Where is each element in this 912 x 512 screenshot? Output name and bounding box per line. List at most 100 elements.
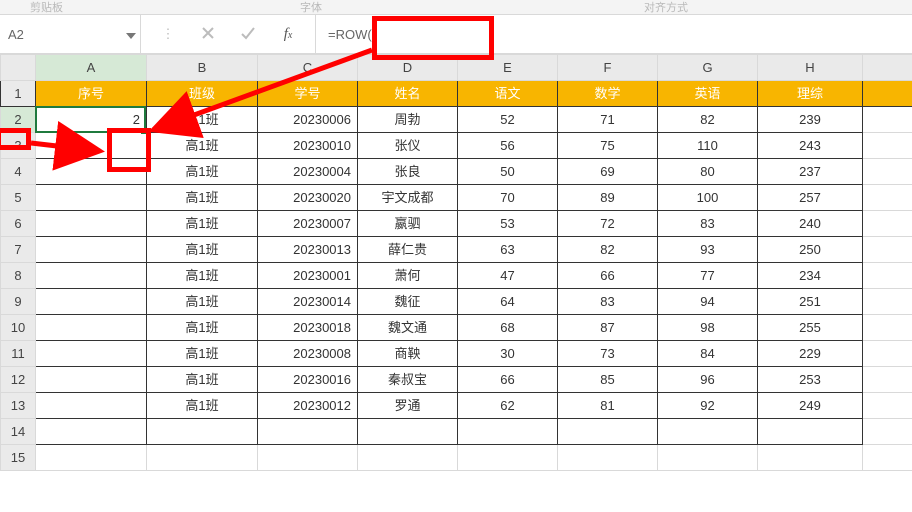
cell[interactable]: 80 bbox=[658, 159, 758, 185]
cell-blank[interactable] bbox=[863, 341, 912, 367]
cell[interactable]: 魏文通 bbox=[358, 315, 458, 341]
header-cell[interactable]: 数学 bbox=[558, 81, 658, 107]
cell-blank[interactable] bbox=[863, 315, 912, 341]
row-header-9[interactable]: 9 bbox=[1, 289, 36, 315]
cell[interactable] bbox=[36, 263, 147, 289]
cell-blank[interactable] bbox=[863, 107, 912, 133]
cell[interactable]: 20230020 bbox=[258, 185, 358, 211]
cell[interactable] bbox=[147, 445, 258, 471]
cell[interactable]: 81 bbox=[558, 393, 658, 419]
cell[interactable]: 商鞅 bbox=[358, 341, 458, 367]
cell[interactable] bbox=[758, 445, 863, 471]
cell[interactable]: 高1班 bbox=[147, 367, 258, 393]
row-header-12[interactable]: 12 bbox=[1, 367, 36, 393]
cell[interactable] bbox=[758, 419, 863, 445]
cell[interactable] bbox=[147, 419, 258, 445]
cell-blank[interactable] bbox=[863, 81, 912, 107]
cell[interactable]: 周勃 bbox=[358, 107, 458, 133]
cell[interactable]: 20230007 bbox=[258, 211, 358, 237]
cell[interactable]: 110 bbox=[658, 133, 758, 159]
cell[interactable] bbox=[36, 133, 147, 159]
cell[interactable]: 张良 bbox=[358, 159, 458, 185]
cell[interactable]: 52 bbox=[458, 107, 558, 133]
row-header-10[interactable]: 10 bbox=[1, 315, 36, 341]
cell-blank[interactable] bbox=[863, 211, 912, 237]
row-header-1[interactable]: 1 bbox=[1, 81, 36, 107]
row-header-11[interactable]: 11 bbox=[1, 341, 36, 367]
cell[interactable]: 秦叔宝 bbox=[358, 367, 458, 393]
cell-blank[interactable] bbox=[863, 237, 912, 263]
cell[interactable]: 47 bbox=[458, 263, 558, 289]
spreadsheet-grid[interactable]: ABCDEFGH 1序号班级学号姓名语文数学英语理综22高1班20230006周… bbox=[0, 54, 912, 471]
cell[interactable]: 高1班 bbox=[147, 107, 258, 133]
cell-blank[interactable] bbox=[863, 185, 912, 211]
cell[interactable] bbox=[36, 289, 147, 315]
cell-blank[interactable] bbox=[863, 289, 912, 315]
cell[interactable]: 93 bbox=[658, 237, 758, 263]
cell[interactable]: 高1班 bbox=[147, 393, 258, 419]
cell[interactable]: 243 bbox=[758, 133, 863, 159]
cell[interactable] bbox=[258, 445, 358, 471]
cell[interactable]: 69 bbox=[558, 159, 658, 185]
cell[interactable]: 62 bbox=[458, 393, 558, 419]
cell-blank[interactable] bbox=[863, 159, 912, 185]
cell[interactable]: 82 bbox=[558, 237, 658, 263]
enter-button[interactable] bbox=[237, 25, 259, 44]
cell[interactable] bbox=[358, 445, 458, 471]
cell[interactable]: 高1班 bbox=[147, 289, 258, 315]
cell-blank[interactable] bbox=[863, 367, 912, 393]
cell[interactable] bbox=[558, 445, 658, 471]
cell[interactable]: 92 bbox=[658, 393, 758, 419]
cell[interactable]: 98 bbox=[658, 315, 758, 341]
cell-blank[interactable] bbox=[863, 445, 912, 471]
cell[interactable] bbox=[36, 237, 147, 263]
cell[interactable] bbox=[36, 159, 147, 185]
cell[interactable]: 宇文成都 bbox=[358, 185, 458, 211]
cell[interactable]: 250 bbox=[758, 237, 863, 263]
cell[interactable]: 2 bbox=[36, 107, 147, 133]
cell[interactable] bbox=[36, 185, 147, 211]
header-cell[interactable]: 班级 bbox=[147, 81, 258, 107]
cell[interactable]: 255 bbox=[758, 315, 863, 341]
row-header-6[interactable]: 6 bbox=[1, 211, 36, 237]
cell[interactable] bbox=[36, 315, 147, 341]
cell[interactable] bbox=[458, 445, 558, 471]
formula-input[interactable]: =ROW() bbox=[316, 15, 912, 53]
cell[interactable]: 56 bbox=[458, 133, 558, 159]
cell[interactable] bbox=[358, 419, 458, 445]
name-box[interactable]: A2 bbox=[0, 15, 122, 53]
cell[interactable]: 237 bbox=[758, 159, 863, 185]
cell[interactable] bbox=[458, 419, 558, 445]
cell[interactable]: 20230012 bbox=[258, 393, 358, 419]
cell[interactable]: 89 bbox=[558, 185, 658, 211]
header-cell[interactable]: 姓名 bbox=[358, 81, 458, 107]
cell[interactable]: 20230006 bbox=[258, 107, 358, 133]
cell-blank[interactable] bbox=[863, 263, 912, 289]
cell[interactable] bbox=[658, 445, 758, 471]
cell[interactable]: 20230013 bbox=[258, 237, 358, 263]
cell[interactable]: 68 bbox=[458, 315, 558, 341]
cell[interactable]: 249 bbox=[758, 393, 863, 419]
cell[interactable]: 96 bbox=[658, 367, 758, 393]
cell[interactable]: 高1班 bbox=[147, 237, 258, 263]
cell[interactable]: 20230018 bbox=[258, 315, 358, 341]
header-cell[interactable]: 理综 bbox=[758, 81, 863, 107]
select-all-corner[interactable] bbox=[1, 55, 36, 81]
row-header-15[interactable]: 15 bbox=[1, 445, 36, 471]
row-header-14[interactable]: 14 bbox=[1, 419, 36, 445]
column-header-D[interactable]: D bbox=[358, 55, 458, 81]
cell[interactable]: 高1班 bbox=[147, 185, 258, 211]
cell[interactable]: 萧何 bbox=[358, 263, 458, 289]
row-header-13[interactable]: 13 bbox=[1, 393, 36, 419]
cell[interactable]: 高1班 bbox=[147, 315, 258, 341]
cell[interactable]: 嬴驷 bbox=[358, 211, 458, 237]
column-header-C[interactable]: C bbox=[258, 55, 358, 81]
cell[interactable]: 234 bbox=[758, 263, 863, 289]
cell[interactable]: 高1班 bbox=[147, 341, 258, 367]
cell[interactable]: 53 bbox=[458, 211, 558, 237]
cell[interactable]: 魏征 bbox=[358, 289, 458, 315]
cancel-button[interactable] bbox=[197, 25, 219, 44]
cell[interactable]: 高1班 bbox=[147, 263, 258, 289]
cell[interactable]: 239 bbox=[758, 107, 863, 133]
cell[interactable]: 100 bbox=[658, 185, 758, 211]
